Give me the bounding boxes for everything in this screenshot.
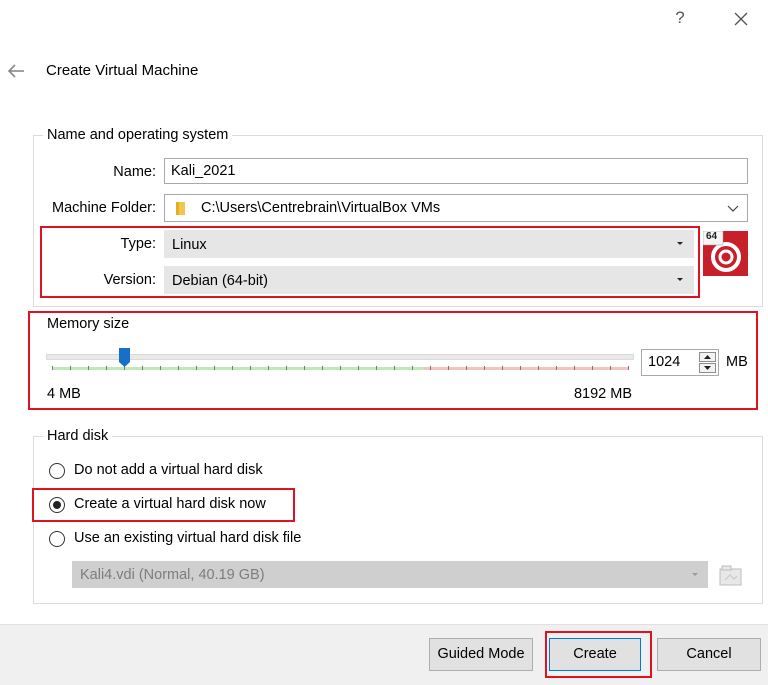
slider-tick <box>448 366 449 370</box>
folder-icon <box>176 202 185 215</box>
slider-tick <box>430 366 431 370</box>
close-icon <box>734 12 748 26</box>
guided-mode-button[interactable]: Guided Mode <box>429 638 533 671</box>
slider-tick <box>142 366 143 370</box>
back-button[interactable] <box>4 60 30 84</box>
type-label: Type: <box>120 236 156 252</box>
slider-tick <box>376 366 377 370</box>
type-combo[interactable]: Linux <box>164 230 694 258</box>
slider-tick <box>574 366 575 370</box>
chevron-down-icon <box>727 205 739 212</box>
dropdown-arrow-icon <box>677 278 683 281</box>
name-field[interactable]: Kali_2021 <box>164 158 748 184</box>
slider-tick <box>628 366 629 370</box>
slider-tick <box>412 366 413 370</box>
dropdown-arrow-icon <box>677 242 683 245</box>
radio-label: Do not add a virtual hard disk <box>74 462 263 478</box>
slider-thumb-icon <box>119 348 130 367</box>
memory-slider-thumb[interactable] <box>119 348 130 368</box>
spin-up-button[interactable] <box>699 352 716 362</box>
os-icon: 64 <box>702 230 748 276</box>
slider-tick <box>88 366 89 370</box>
slider-tick <box>214 366 215 370</box>
choose-disk-button <box>718 562 744 588</box>
create-button[interactable]: Create <box>549 638 641 671</box>
slider-tick <box>52 366 53 370</box>
slider-tick <box>178 366 179 370</box>
machine-folder-combo[interactable]: C:\Users\Centrebrain\VirtualBox VMs <box>164 194 748 222</box>
button-bar <box>0 624 768 685</box>
version-label: Version: <box>103 272 156 288</box>
slider-tick <box>358 366 359 370</box>
caret-down-icon <box>704 366 711 370</box>
version-value: Debian (64-bit) <box>172 273 268 289</box>
memory-unit-label: MB <box>726 354 748 370</box>
radio-button[interactable] <box>49 531 65 547</box>
slider-tick <box>466 366 467 370</box>
help-button[interactable]: ? <box>668 6 692 30</box>
memory-value: 1024 <box>648 354 681 370</box>
arrow-left-icon <box>7 64 24 78</box>
existing-disk-value: Kali4.vdi (Normal, 40.19 GB) <box>80 567 265 583</box>
slider-tick <box>250 366 251 370</box>
machine-folder-label: Machine Folder: <box>52 200 156 216</box>
memory-min-label: 4 MB <box>47 386 81 402</box>
slider-tick <box>160 366 161 370</box>
hard-disk-option-existing[interactable]: Use an existing virtual hard disk file <box>47 528 367 550</box>
machine-folder-value: C:\Users\Centrebrain\VirtualBox VMs <box>201 200 441 216</box>
memory-group-title: Memory size <box>47 316 130 332</box>
slider-tick <box>556 366 557 370</box>
slider-tick <box>286 366 287 370</box>
name-label: Name: <box>113 164 156 180</box>
slider-tick <box>610 366 611 370</box>
close-button[interactable] <box>728 6 754 32</box>
hard-disk-group-title: Hard disk <box>43 428 113 444</box>
slider-tick <box>106 366 107 370</box>
radio-button[interactable] <box>49 463 65 479</box>
dialog-title: Create Virtual Machine <box>46 62 199 79</box>
slider-tick <box>232 366 233 370</box>
radio-label: Create a virtual hard disk now <box>74 496 266 512</box>
radio-button[interactable] <box>49 497 65 513</box>
cancel-button[interactable]: Cancel <box>657 638 761 671</box>
name-os-group-title: Name and operating system <box>43 127 233 143</box>
slider-tick <box>538 366 539 370</box>
slider-tick <box>70 366 71 370</box>
slider-tick <box>196 366 197 370</box>
memory-slider-track[interactable] <box>46 354 634 360</box>
os-badge: 64 <box>706 231 718 242</box>
spin-down-button[interactable] <box>699 363 716 373</box>
memory-max-label: 8192 MB <box>573 386 632 402</box>
slider-tick <box>592 366 593 370</box>
version-combo[interactable]: Debian (64-bit) <box>164 266 694 294</box>
slider-tick <box>520 366 521 370</box>
memory-slider-ticks <box>52 366 629 371</box>
slider-tick <box>502 366 503 370</box>
caret-up-icon <box>704 355 711 359</box>
radio-label: Use an existing virtual hard disk file <box>74 530 302 546</box>
slider-tick <box>484 366 485 370</box>
slider-tick <box>394 366 395 370</box>
slider-tick <box>340 366 341 370</box>
hard-disk-option-create[interactable]: Create a virtual hard disk now <box>47 494 287 516</box>
dropdown-arrow-icon <box>692 572 698 576</box>
folder-browse-icon <box>719 565 742 586</box>
memory-spinbox[interactable]: 1024 <box>641 349 719 376</box>
type-value: Linux <box>172 237 207 253</box>
slider-tick <box>304 366 305 370</box>
slider-tick <box>268 366 269 370</box>
hard-disk-option-none[interactable]: Do not add a virtual hard disk <box>47 460 347 482</box>
slider-tick <box>322 366 323 370</box>
existing-disk-combo: Kali4.vdi (Normal, 40.19 GB) <box>72 561 708 588</box>
